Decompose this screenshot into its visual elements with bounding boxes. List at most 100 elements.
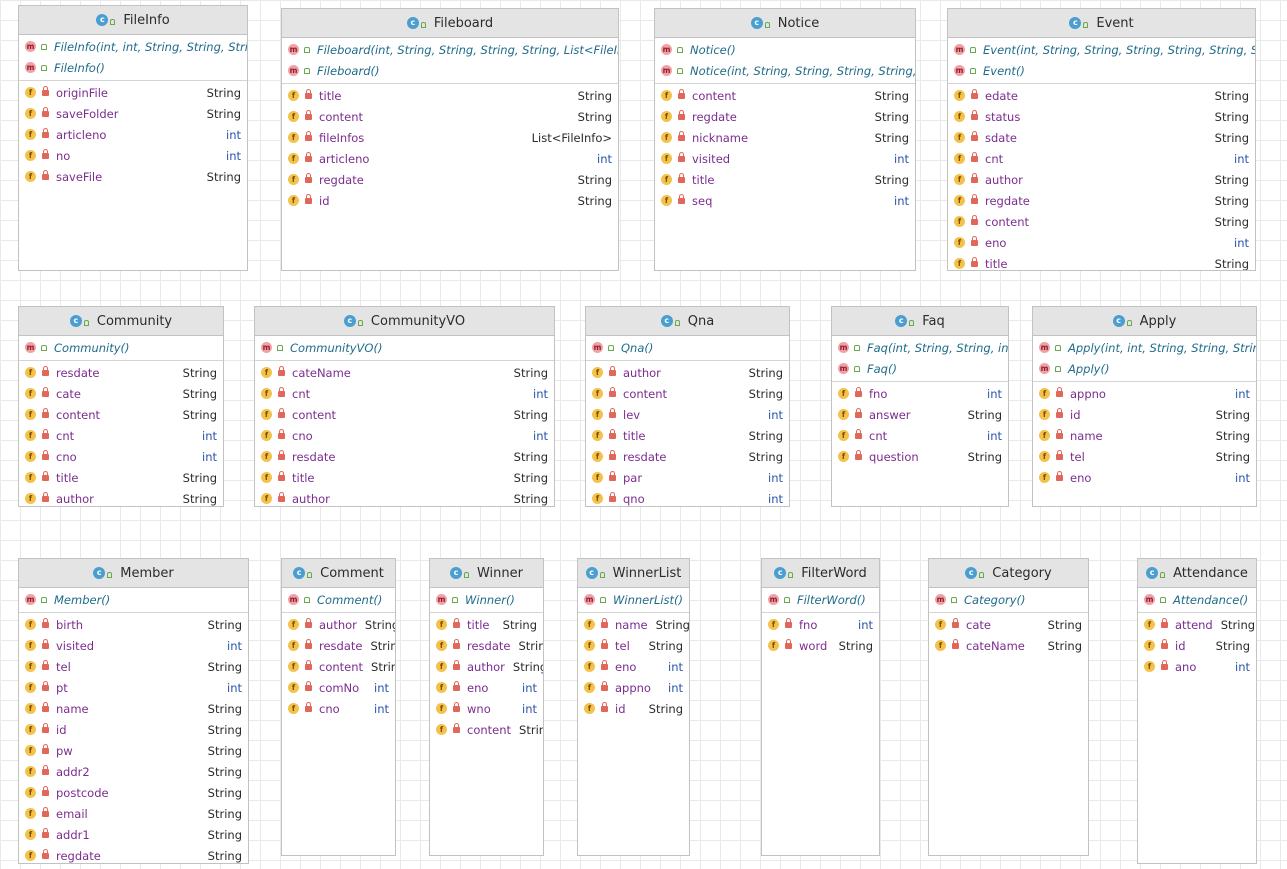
class-box-winner[interactable]: c Winner m Winner() f title String f resdate Stri… (429, 558, 544, 856)
field-row[interactable]: f cate String (19, 383, 223, 404)
field-row[interactable]: f title String (19, 467, 223, 488)
field-row[interactable]: f email String (19, 803, 248, 824)
field-row[interactable]: f name String (578, 614, 689, 635)
field-row[interactable]: f birth String (19, 614, 248, 635)
field-row[interactable]: f content String (586, 383, 789, 404)
method-row[interactable]: m Faq(int, String, String, int) (832, 337, 1008, 358)
field-row[interactable]: f title String (430, 614, 543, 635)
field-row[interactable]: f cnt int (832, 425, 1008, 446)
field-row[interactable]: f cate String (929, 614, 1088, 635)
method-row[interactable]: m FileInfo(int, int, String, String, Stri… (19, 36, 247, 57)
field-row[interactable]: f cateName String (929, 635, 1088, 656)
class-box-category[interactable]: c Category m Category() f cate String f cateName… (928, 558, 1089, 856)
class-box-qna[interactable]: c Qna m Qna() f author String f content String f le… (585, 306, 790, 507)
field-row[interactable]: f addr1 String (19, 824, 248, 845)
class-box-communityvo[interactable]: c CommunityVO m CommunityVO() f cateName Strin… (254, 306, 555, 507)
method-row[interactable]: m FilterWord() (762, 589, 879, 610)
field-row[interactable]: f eno int (948, 232, 1255, 253)
field-row[interactable]: f content String (255, 404, 554, 425)
field-row[interactable]: f status String (948, 106, 1255, 127)
field-row[interactable]: f lev int (586, 404, 789, 425)
field-row[interactable]: f qno int (586, 488, 789, 506)
field-row[interactable]: f regdate String (948, 190, 1255, 211)
field-row[interactable]: f id String (578, 698, 689, 719)
field-row[interactable]: f pt int (19, 677, 248, 698)
field-row[interactable]: f postcode String (19, 782, 248, 803)
field-row[interactable]: f cnt int (19, 425, 223, 446)
field-row[interactable]: f articleno int (282, 148, 618, 169)
class-box-attendance[interactable]: c Attendance m Attendance() f attend String f id… (1137, 558, 1257, 864)
class-box-event[interactable]: c Event m Event(int, String, String, String… (947, 8, 1256, 271)
field-row[interactable]: f resdate String (586, 446, 789, 467)
field-row[interactable]: f appno int (578, 677, 689, 698)
field-row[interactable]: f author String (255, 488, 554, 506)
field-row[interactable]: f id String (19, 719, 248, 740)
field-row[interactable]: f author String (282, 614, 395, 635)
field-row[interactable]: f author String (948, 169, 1255, 190)
method-row[interactable]: m Notice(int, String, String, String, Str… (655, 60, 915, 81)
field-row[interactable]: f author String (586, 362, 789, 383)
field-row[interactable]: f pw String (19, 740, 248, 761)
class-box-notice[interactable]: c Notice m Notice() m Notice(int, String, Str… (654, 8, 916, 271)
method-row[interactable]: m Event() (948, 60, 1255, 81)
field-row[interactable]: f resdate String (19, 362, 223, 383)
field-row[interactable]: f eno int (1033, 467, 1256, 488)
field-row[interactable]: f wno int (430, 698, 543, 719)
field-row[interactable]: f sdate String (948, 127, 1255, 148)
field-row[interactable]: f content String (430, 719, 543, 740)
field-row[interactable]: f author String (430, 656, 543, 677)
field-row[interactable]: f title String (655, 169, 915, 190)
field-row[interactable]: f title String (282, 85, 618, 106)
method-row[interactable]: m Qna() (586, 337, 789, 358)
field-row[interactable]: f content String (19, 404, 223, 425)
field-row[interactable]: f answer String (832, 404, 1008, 425)
field-row[interactable]: f originFile String (19, 82, 247, 103)
field-row[interactable]: f saveFolder String (19, 103, 247, 124)
field-row[interactable]: f id String (1138, 635, 1256, 656)
class-box-apply[interactable]: c Apply m Apply(int, int, String, String, S… (1032, 306, 1257, 507)
field-row[interactable]: f title String (586, 425, 789, 446)
field-row[interactable]: f visited int (19, 635, 248, 656)
field-row[interactable]: f name String (1033, 425, 1256, 446)
field-row[interactable]: f tel String (578, 635, 689, 656)
field-row[interactable]: f ano int (1138, 656, 1256, 677)
field-row[interactable]: f visited int (655, 148, 915, 169)
class-box-fileinfo[interactable]: c FileInfo m FileInfo(int, int, String, Str… (18, 5, 248, 271)
method-row[interactable]: m Fileboard(int, String, String, String, … (282, 39, 618, 60)
field-row[interactable]: f seq int (655, 190, 915, 211)
method-row[interactable]: m Member() (19, 589, 248, 610)
field-row[interactable]: f comNo int (282, 677, 395, 698)
method-row[interactable]: m Apply() (1033, 358, 1256, 379)
field-row[interactable]: f cno int (255, 425, 554, 446)
field-row[interactable]: f regdate String (655, 106, 915, 127)
method-row[interactable]: m Notice() (655, 39, 915, 60)
field-row[interactable]: f id String (282, 190, 618, 211)
method-row[interactable]: m WinnerList() (578, 589, 689, 610)
method-row[interactable]: m CommunityVO() (255, 337, 554, 358)
field-row[interactable]: f saveFile String (19, 166, 247, 187)
class-box-fileboard[interactable]: c Fileboard m Fileboard(int, String, String… (281, 8, 619, 271)
field-row[interactable]: f content String (655, 85, 915, 106)
field-row[interactable]: f content String (282, 656, 395, 677)
field-row[interactable]: f fileInfos List<FileInfo> (282, 127, 618, 148)
field-row[interactable]: f cnt int (948, 148, 1255, 169)
class-box-community[interactable]: c Community m Community() f resdate String f cat… (18, 306, 224, 507)
field-row[interactable]: f resdate String (282, 635, 395, 656)
field-row[interactable]: f edate String (948, 85, 1255, 106)
method-row[interactable]: m Comment() (282, 589, 395, 610)
field-row[interactable]: f question String (832, 446, 1008, 467)
field-row[interactable]: f articleno int (19, 124, 247, 145)
field-row[interactable]: f title String (948, 253, 1255, 270)
field-row[interactable]: f attend String (1138, 614, 1256, 635)
method-row[interactable]: m Event(int, String, String, String, Stri… (948, 39, 1255, 60)
method-row[interactable]: m Community() (19, 337, 223, 358)
method-row[interactable]: m Faq() (832, 358, 1008, 379)
class-box-winnerlist[interactable]: c WinnerList m WinnerList() f name String f tel S… (577, 558, 690, 856)
field-row[interactable]: f regdate String (282, 169, 618, 190)
field-row[interactable]: f regdate String (19, 845, 248, 863)
field-row[interactable]: f content String (282, 106, 618, 127)
field-row[interactable]: f resdate String (255, 446, 554, 467)
field-row[interactable]: f cateName String (255, 362, 554, 383)
field-row[interactable]: f eno int (430, 677, 543, 698)
method-row[interactable]: m Fileboard() (282, 60, 618, 81)
